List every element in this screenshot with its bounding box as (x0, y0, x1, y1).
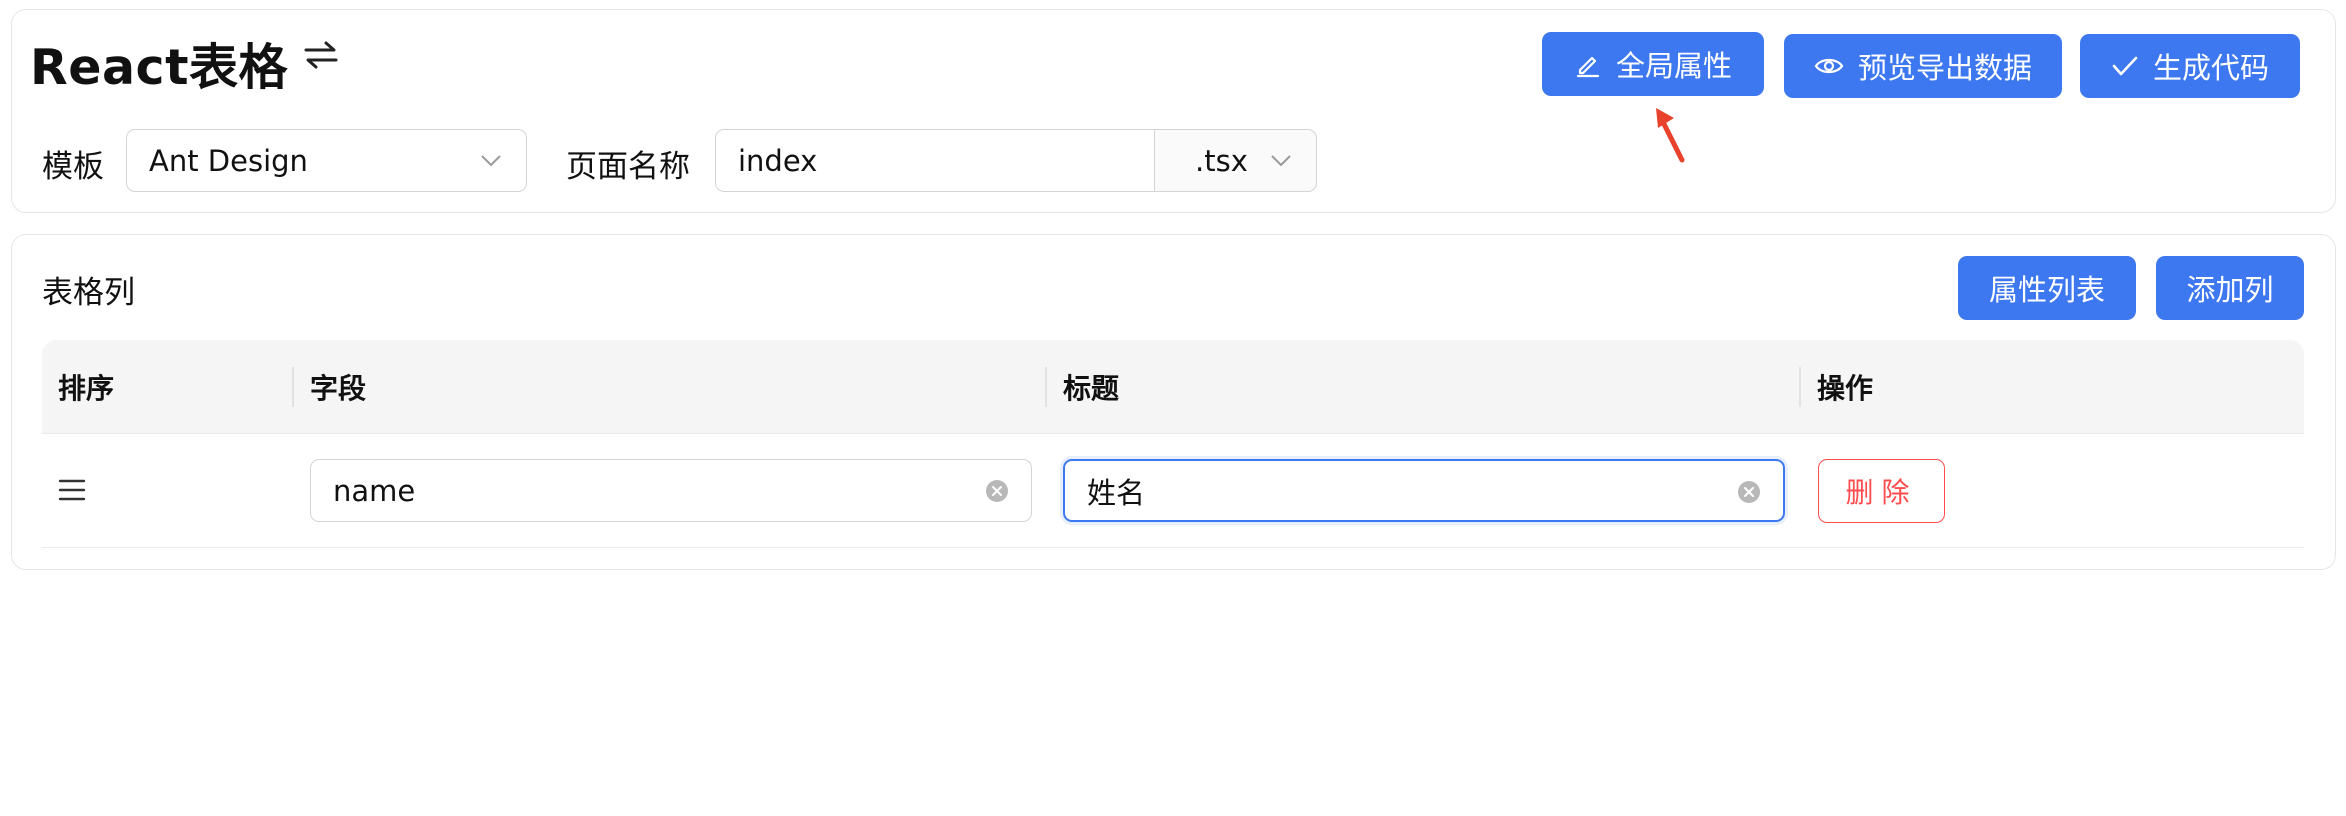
global-props-button[interactable]: 全局属性 (1542, 32, 1764, 96)
field-input[interactable]: name (310, 459, 1032, 522)
preview-export-label: 预览导出数据 (1857, 51, 2032, 85)
attribute-list-button[interactable]: 属性列表 (1958, 256, 2136, 320)
drag-handle-icon[interactable] (58, 478, 86, 502)
template-select-value: Ant Design (149, 143, 308, 178)
clear-icon[interactable] (1737, 480, 1761, 504)
generate-code-label: 生成代码 (2152, 51, 2269, 85)
chevron-down-icon (1271, 155, 1291, 167)
column-header-title: 标题 (1063, 372, 1120, 405)
column-header-actions: 操作 (1817, 372, 1874, 405)
page-title: React表格 (30, 39, 288, 96)
delete-row-button[interactable]: 删除 (1818, 459, 1945, 523)
clear-icon[interactable] (985, 479, 1009, 503)
field-input-value: name (333, 473, 416, 508)
generate-code-button[interactable]: 生成代码 (2080, 34, 2300, 98)
page-name-label: 页面名称 (566, 149, 690, 185)
check-icon (2112, 56, 2138, 76)
delete-row-label: 删除 (1845, 476, 1918, 509)
chevron-down-icon (481, 155, 501, 167)
header-divider (292, 367, 294, 407)
title-input-value: 姓名 (1087, 475, 1146, 510)
header-divider (1045, 367, 1047, 407)
extension-value: .tsx (1195, 143, 1248, 178)
column-header-sort: 排序 (58, 372, 115, 405)
swap-arrows-icon[interactable] (296, 30, 346, 80)
table-row: name 姓名 删除 (42, 434, 2304, 548)
attribute-list-label: 属性列表 (1988, 273, 2105, 307)
header-divider (1799, 367, 1801, 407)
page-name-value: index (738, 143, 818, 178)
columns-section-title: 表格列 (42, 275, 135, 311)
title-input[interactable]: 姓名 (1063, 459, 1785, 522)
annotation-arrow-icon (1656, 108, 1685, 163)
page-name-input[interactable]: index (715, 129, 1155, 192)
eye-icon (1814, 58, 1844, 74)
template-select[interactable]: Ant Design (126, 129, 527, 192)
add-column-button[interactable]: 添加列 (2156, 256, 2304, 320)
edit-icon (1576, 56, 1600, 78)
preview-export-button[interactable]: 预览导出数据 (1784, 34, 2062, 98)
extension-select[interactable]: .tsx (1154, 129, 1317, 192)
add-column-label: 添加列 (2186, 273, 2274, 307)
global-props-label: 全局属性 (1615, 49, 1732, 83)
template-label: 模板 (42, 149, 104, 185)
column-header-field: 字段 (310, 372, 367, 405)
table-header: 排序 字段 标题 操作 (42, 340, 2304, 434)
